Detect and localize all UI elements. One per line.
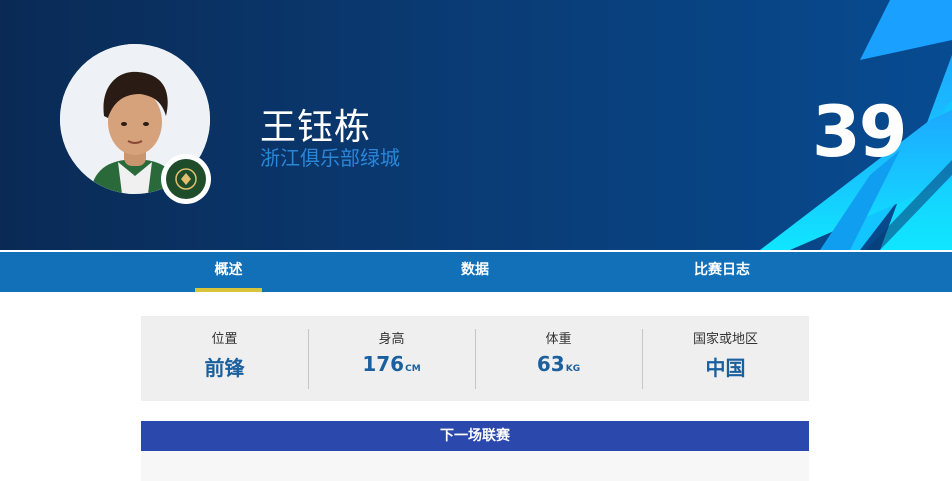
- tab-overview[interactable]: 概述: [195, 252, 262, 292]
- stat-height-value-wrap: 176CM: [308, 352, 475, 376]
- club-badge-icon: [166, 159, 206, 199]
- stat-weight-value: 63: [536, 352, 565, 376]
- shirt-number: 39: [812, 91, 907, 173]
- tab-stats-label: 数据: [461, 262, 489, 278]
- player-hero: 王钰栋 浙江俱乐部绿城 39: [0, 0, 952, 250]
- stat-nationality: 国家或地区 中国: [642, 316, 809, 401]
- stat-weight: 体重 63KG: [475, 316, 642, 401]
- stat-position-label: 位置: [211, 332, 238, 347]
- next-match-content: [141, 451, 809, 481]
- stat-position: 位置 前锋: [141, 316, 308, 401]
- club-badge: [161, 154, 211, 204]
- tab-stats[interactable]: 数据: [440, 252, 510, 292]
- next-match-header: 下一场联赛: [141, 421, 809, 451]
- stat-height: 身高 176CM: [308, 316, 475, 401]
- stat-nationality-label: 国家或地区: [692, 332, 758, 347]
- profile-tabs: 概述 数据 比赛日志: [0, 252, 952, 292]
- stat-weight-label: 体重: [545, 332, 572, 347]
- stat-height-unit: CM: [405, 364, 421, 374]
- player-club[interactable]: 浙江俱乐部绿城: [260, 142, 400, 171]
- player-stats-panel: 位置 前锋 身高 176CM 体重 63KG 国家或地区 中国: [141, 316, 809, 401]
- stat-weight-unit: KG: [565, 364, 581, 374]
- tab-active-indicator: [195, 288, 262, 292]
- tab-match-log[interactable]: 比赛日志: [680, 252, 764, 292]
- stat-position-value: 前锋: [204, 356, 245, 380]
- stat-height-value: 176: [362, 352, 405, 376]
- stat-weight-value-wrap: 63KG: [475, 352, 642, 376]
- stat-height-label: 身高: [378, 332, 405, 347]
- stat-nationality-value: 中国: [705, 356, 746, 380]
- tab-match-log-label: 比赛日志: [694, 262, 750, 278]
- tab-overview-label: 概述: [214, 262, 243, 278]
